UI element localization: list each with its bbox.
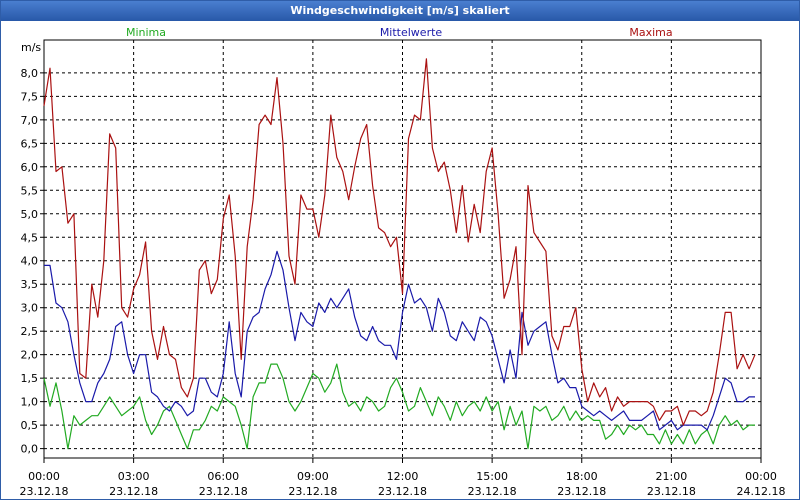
x-tick-date-label: 23.12.18 bbox=[20, 485, 69, 498]
y-tick-label: 6,5 bbox=[21, 137, 39, 150]
x-tick-date-label: 24.12.18 bbox=[737, 485, 786, 498]
wind-speed-chart: 0,0 0,5 1,0 1,5 2,0 2,5 3,0 3,5 4,0 4,5 5,0 5,5 6,0 6… bbox=[20, 26, 786, 498]
y-tick-label: 1,5 bbox=[21, 372, 39, 385]
legend-entry-maxima: Maxima bbox=[629, 26, 672, 39]
x-tick-date-label: 23.12.18 bbox=[378, 485, 427, 498]
x-tick-time-label: 06:00 bbox=[207, 470, 239, 483]
x-tick-time-label: 00:00 bbox=[28, 470, 60, 483]
y-tick-label: 3,0 bbox=[21, 302, 39, 315]
x-tick-date-label: 23.12.18 bbox=[288, 485, 337, 498]
x-tick-time-label: 09:00 bbox=[297, 470, 329, 483]
chart-window: Windgeschwindigkeit [m/s] skaliert 0,0 0,… bbox=[0, 0, 800, 500]
y-tick-label: 0,5 bbox=[21, 419, 39, 432]
y-tick-label: 5,0 bbox=[21, 208, 39, 221]
legend-entry-minima: Minima bbox=[126, 26, 166, 39]
x-tick-time-label: 12:00 bbox=[387, 470, 419, 483]
y-tick-label: 1,0 bbox=[21, 396, 39, 409]
y-tick-label: 4,5 bbox=[21, 231, 39, 244]
y-axis-label: m/s bbox=[21, 41, 41, 54]
y-tick-label: 3,5 bbox=[21, 278, 39, 291]
y-tick-label: 6,0 bbox=[21, 161, 39, 174]
x-tick-time-label: 00:00 bbox=[745, 470, 777, 483]
grid-lines bbox=[43, 40, 762, 458]
y-tick-label: 4,0 bbox=[21, 255, 39, 268]
x-tick-time-label: 18:00 bbox=[566, 470, 598, 483]
x-tick-time-label: 21:00 bbox=[656, 470, 688, 483]
x-tick-date-label: 23.12.18 bbox=[109, 485, 158, 498]
x-tick-date-label: 23.12.18 bbox=[199, 485, 248, 498]
legend: Minima Mittelwerte Maxima bbox=[126, 26, 673, 39]
y-tick-label: 2,5 bbox=[21, 325, 39, 338]
y-tick-label: 2,0 bbox=[21, 349, 39, 362]
data-series bbox=[43, 58, 756, 450]
x-tick-time-label: 03:00 bbox=[118, 470, 150, 483]
y-tick-label: 7,5 bbox=[21, 90, 39, 103]
y-tick-label: 7,0 bbox=[21, 114, 39, 127]
series-line-minima bbox=[43, 363, 755, 450]
y-tick-label: 5,5 bbox=[21, 184, 39, 197]
x-tick-date-label: 23.12.18 bbox=[557, 485, 606, 498]
x-tick-date-label: 23.12.18 bbox=[468, 485, 517, 498]
series-line-maxima bbox=[43, 58, 756, 426]
x-tick-date-label: 23.12.18 bbox=[647, 485, 696, 498]
x-tick-time-label: 15:00 bbox=[476, 470, 508, 483]
y-tick-label: 8,0 bbox=[21, 67, 39, 80]
y-tick-label: 0,0 bbox=[21, 443, 39, 456]
legend-entry-mittelwerte: Mittelwerte bbox=[380, 26, 443, 39]
